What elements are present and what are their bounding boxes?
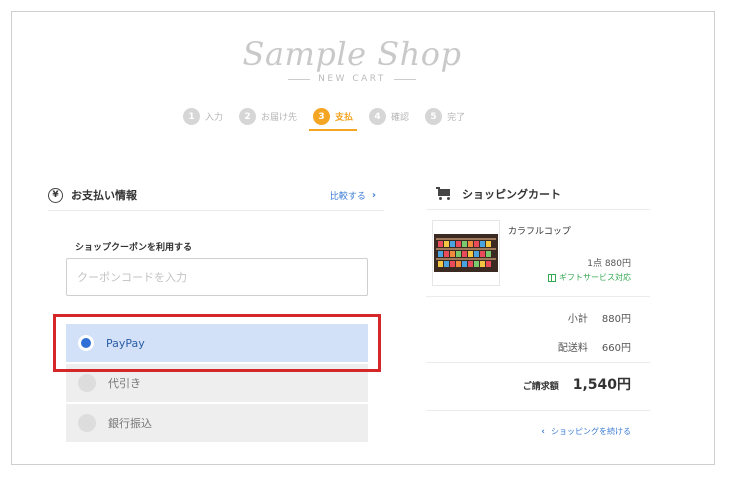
total-row: ご請求額 1,540円 — [523, 374, 631, 394]
step-label: 完了 — [447, 113, 466, 123]
product-thumbnail[interactable] — [432, 220, 500, 286]
payment-title-text: お支払い情報 — [71, 189, 137, 202]
step-payment: 3 支払 — [309, 108, 358, 131]
cart-header: ショッピングカート — [426, 178, 650, 210]
radio-dot — [81, 338, 91, 348]
continue-shopping-link[interactable]: ‹ ショッピングを続ける — [541, 426, 631, 437]
coupon-label: ショップクーポンを利用する — [75, 243, 193, 253]
yen-icon: ¥ — [48, 187, 63, 203]
logo-subtitle: NEW CART — [0, 74, 704, 84]
shipping-label: 配送料 — [557, 343, 588, 354]
divider — [426, 296, 650, 297]
payment-header: ¥ お支払い情報 比較する › — [48, 180, 384, 211]
payment-title: ¥ お支払い情報 — [48, 187, 137, 203]
shop-logo[interactable]: Sample Shop NEW CART — [0, 36, 704, 84]
payment-option-paypay[interactable]: PayPay — [66, 324, 368, 362]
step-number: 3 — [313, 108, 331, 125]
divider — [393, 78, 416, 80]
step-label: お届け先 — [261, 113, 298, 123]
subtotal-label: 小計 — [567, 314, 588, 325]
shipping-row: 配送料 660円 — [558, 339, 631, 354]
payment-option-bank-transfer[interactable]: 銀行振込 — [66, 404, 368, 442]
radio-unselected[interactable] — [78, 374, 96, 392]
total-label: ご請求額 — [522, 382, 559, 392]
step-delivery: 2 お届け先 — [239, 108, 297, 130]
divider — [426, 362, 650, 363]
gift-service-label: ギフトサービス対応 — [559, 273, 631, 282]
step-number: 1 — [183, 108, 200, 125]
logo-subtitle-text: NEW CART — [318, 74, 386, 84]
payment-option-label: 代引き — [108, 377, 141, 390]
cart-title: ショッピングカート — [462, 187, 561, 201]
step-complete: 5 完了 — [425, 108, 465, 130]
payment-option-label: 銀行振込 — [108, 417, 152, 430]
radio-selected[interactable] — [78, 335, 94, 351]
gift-icon — [548, 273, 556, 282]
product-name[interactable]: カラフルコップ — [508, 224, 571, 237]
divider — [288, 78, 311, 80]
shipping-value: 660円 — [601, 343, 631, 354]
coupon-input[interactable] — [66, 258, 368, 296]
step-number: 2 — [239, 108, 257, 125]
chevron-right-icon: › — [371, 189, 376, 201]
payment-option-label: PayPay — [106, 336, 145, 350]
chevron-left-icon: ‹ — [541, 426, 545, 437]
logo-text: Sample Shop — [242, 35, 462, 73]
radio-unselected[interactable] — [78, 414, 96, 432]
gift-service-badge: ギフトサービス対応 — [548, 272, 631, 283]
product-image — [434, 234, 498, 272]
compare-label: 比較する — [329, 191, 366, 202]
product-qty-price: 1点 880円 — [587, 259, 631, 269]
step-label: 確認 — [391, 113, 410, 123]
step-confirm: 4 確認 — [369, 108, 409, 130]
step-input: 1 入力 — [183, 108, 223, 130]
step-number: 5 — [425, 108, 443, 125]
step-label: 支払 — [335, 113, 354, 123]
total-value: 1,540円 — [572, 377, 631, 393]
divider — [426, 410, 650, 411]
subtotal-value: 880円 — [601, 314, 631, 325]
compare-link[interactable]: 比較する › — [330, 189, 384, 202]
step-number: 4 — [369, 108, 387, 125]
continue-shopping-label: ショッピングを続ける — [551, 427, 631, 436]
cart-icon — [436, 186, 452, 201]
subtotal-row: 小計 880円 — [568, 310, 631, 325]
payment-option-cod[interactable]: 代引き — [66, 364, 368, 402]
checkout-steps: 1 入力 2 お届け先 3 支払 4 確認 5 完了 — [183, 108, 465, 131]
step-label: 入力 — [205, 113, 224, 123]
